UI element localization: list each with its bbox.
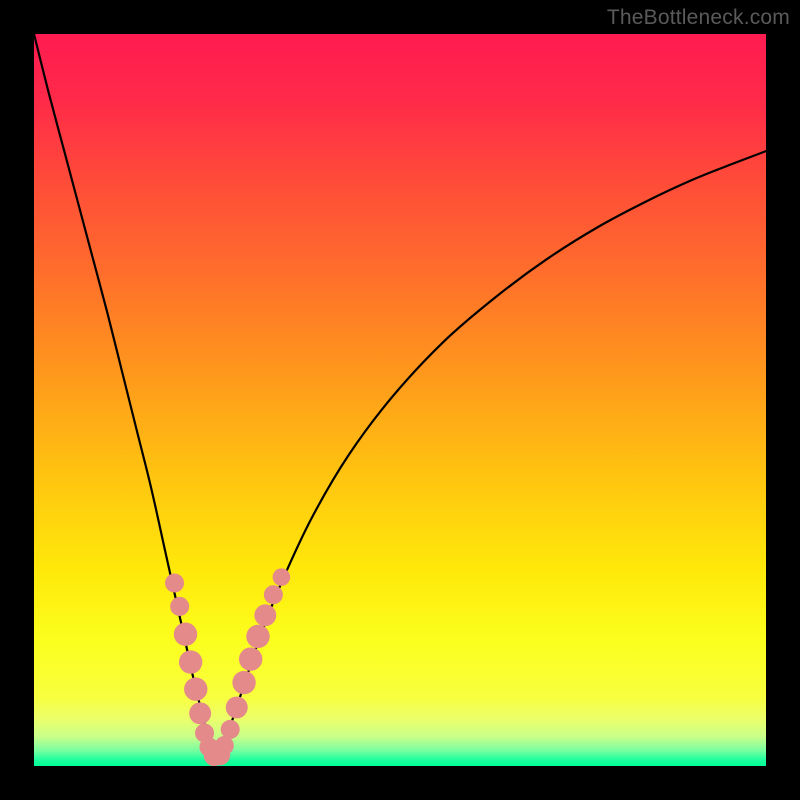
watermark-text: TheBottleneck.com [607, 6, 790, 30]
gradient-background [34, 34, 766, 766]
plot-area [34, 34, 766, 766]
